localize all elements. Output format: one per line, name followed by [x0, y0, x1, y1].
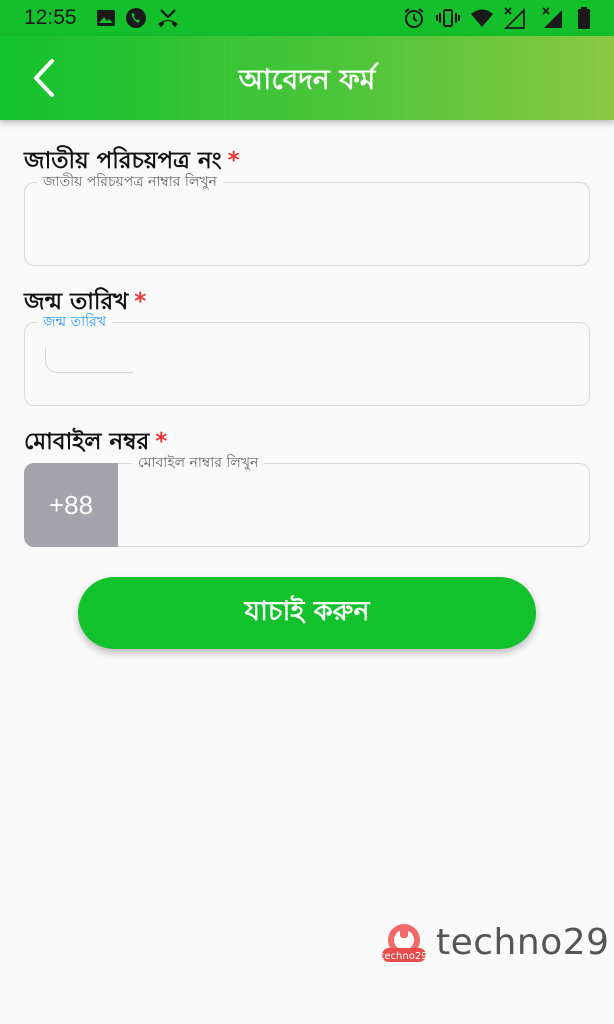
dob-field[interactable]: জন্ম তারিখ — [24, 312, 590, 406]
signal-x-icon — [540, 6, 564, 30]
image-icon — [94, 6, 118, 30]
battery-icon — [572, 6, 596, 30]
mobile-input-box[interactable]: মোবাইল নাম্বার লিখুন — [118, 453, 590, 547]
nid-input[interactable] — [43, 205, 571, 245]
whatsapp-icon — [124, 6, 148, 30]
brand-logo: techno29 techno29 — [380, 920, 609, 970]
mobile-label-text: মোবাইল নম্বর — [24, 429, 150, 455]
brand-logo-text: techno29 — [436, 922, 610, 963]
required-star: * — [134, 289, 147, 315]
required-star: * — [155, 429, 168, 455]
required-star: * — [227, 148, 240, 174]
app-bar: আবেদন ফর্ম — [0, 36, 614, 120]
status-time: 12:55 — [24, 6, 77, 29]
dob-field-hint: জন্ম তারিখ — [37, 312, 113, 332]
nid-field[interactable]: জাতীয় পরিচয়পত্র নাম্বার লিখুন — [24, 172, 590, 266]
wifi-icon — [470, 6, 494, 30]
date-picker-trigger[interactable] — [45, 347, 133, 373]
mobile-field-hint: মোবাইল নাম্বার লিখুন — [132, 453, 265, 473]
nid-field-hint: জাতীয় পরিচয়পত্র নাম্বার লিখুন — [37, 172, 223, 192]
vibrate-icon — [436, 6, 460, 30]
nid-label-text: জাতীয় পরিচয়পত্র নং — [24, 148, 222, 174]
status-bar: 12:55 — [0, 0, 614, 36]
missed-call-icon — [156, 6, 180, 30]
page-title: আবেদন ফর্ম — [238, 63, 376, 96]
country-code-prefix: +88 — [24, 463, 118, 547]
signal-x-icon — [502, 6, 526, 30]
techno29-logo-icon: techno29 — [380, 924, 428, 962]
mobile-input[interactable] — [136, 486, 571, 526]
alarm-icon — [402, 6, 426, 30]
verify-button[interactable]: যাচাই করুন — [78, 577, 536, 649]
mobile-field: +88 মোবাইল নাম্বার লিখুন — [24, 453, 590, 547]
svg-text:techno29: techno29 — [380, 951, 427, 962]
